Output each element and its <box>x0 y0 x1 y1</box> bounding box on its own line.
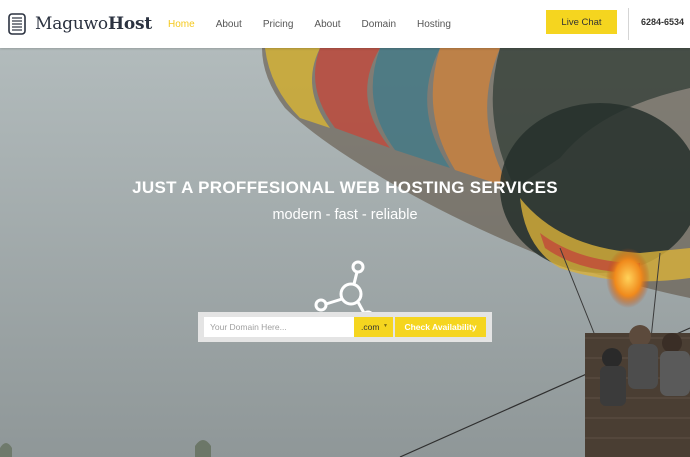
site-header: MaguwoHost Home About Pricing About Doma… <box>0 0 690 48</box>
nav-item-about[interactable]: About <box>216 19 242 30</box>
chevron-down-icon: ▼ <box>383 323 388 329</box>
hero-section: JUST A PROFFESIONAL WEB HOSTING SERVICES… <box>0 48 690 457</box>
domain-search-form: .com ▼ Check Availability <box>198 312 492 342</box>
brand-logo[interactable]: MaguwoHost <box>8 13 152 35</box>
server-icon <box>8 13 26 35</box>
brand-name-regular: Maguwo <box>35 14 108 34</box>
nav-item-about-2[interactable]: About <box>314 19 340 30</box>
live-chat-button[interactable]: Live Chat <box>546 10 617 34</box>
nav-item-pricing[interactable]: Pricing <box>263 19 294 30</box>
nav-item-hosting[interactable]: Hosting <box>417 19 451 30</box>
brand-name: MaguwoHost <box>35 14 152 34</box>
hero-subtitle: modern - fast - reliable <box>272 207 418 223</box>
main-nav: Home About Pricing About Domain Hosting <box>168 19 472 30</box>
nav-item-domain[interactable]: Domain <box>362 19 396 30</box>
hero-title: JUST A PROFFESIONAL WEB HOSTING SERVICES <box>132 178 558 197</box>
domain-input[interactable] <box>204 317 354 337</box>
nav-item-home[interactable]: Home <box>168 19 195 30</box>
phone-number[interactable]: 6284-6534 <box>641 17 684 27</box>
header-divider <box>628 8 629 40</box>
hot-air-balloon-image <box>0 48 690 457</box>
check-availability-button[interactable]: Check Availability <box>395 317 486 337</box>
tld-select[interactable]: .com ▼ <box>354 317 393 337</box>
tld-value: .com <box>361 322 380 332</box>
brand-name-bold: Host <box>107 14 152 34</box>
